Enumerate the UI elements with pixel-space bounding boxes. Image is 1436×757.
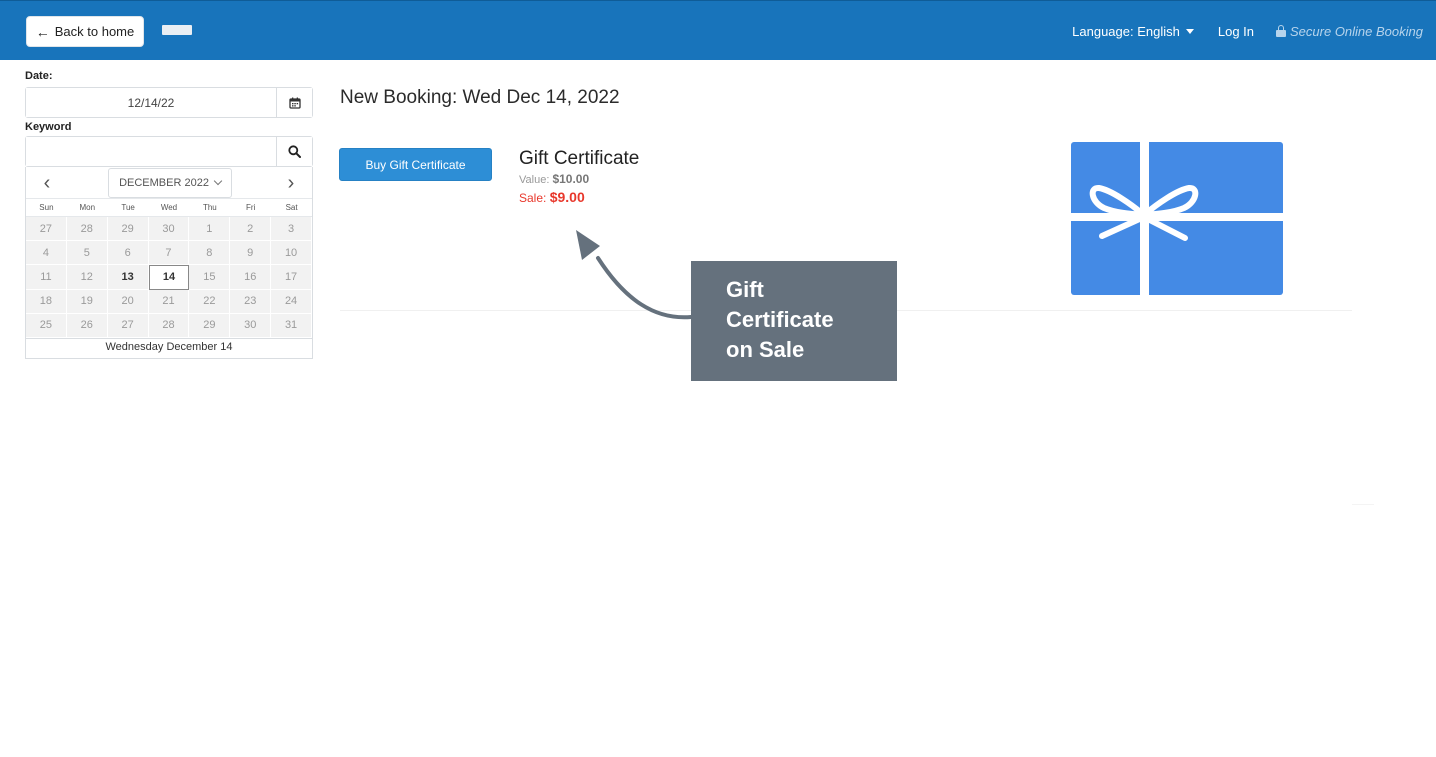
month-label: DECEMBER 2022: [119, 177, 209, 189]
calendar-day[interactable]: 25: [26, 313, 67, 338]
top-navbar: ← Back to home Language: English Log In …: [0, 0, 1436, 60]
callout-box: Gift Certificate on Sale: [691, 261, 897, 381]
calendar: ‹ DECEMBER 2022 › Sun Mon Tue Wed Thu Fri Sat …: [25, 167, 313, 359]
callout-line: Gift: [726, 277, 764, 302]
page-title: New Booking: Wed Dec 14, 2022: [340, 87, 620, 108]
calendar-day[interactable]: 8: [189, 241, 231, 266]
date-label: Date:: [25, 70, 53, 82]
logo[interactable]: [162, 25, 192, 35]
calendar-day[interactable]: 15: [189, 265, 231, 290]
sale-line: Sale: $9.00: [519, 189, 585, 205]
back-to-home-button[interactable]: ← Back to home: [26, 16, 144, 47]
calendar-day[interactable]: 9: [230, 241, 272, 266]
calendar-day[interactable]: 13: [107, 265, 149, 290]
secure-booking: Secure Online Booking: [1276, 24, 1423, 39]
product-title: Gift Certificate: [519, 148, 640, 169]
calendar-day[interactable]: 7: [148, 241, 190, 266]
calendar-day[interactable]: 10: [271, 241, 312, 266]
calendar-day[interactable]: 23: [230, 289, 272, 314]
calendar-day[interactable]: 6: [107, 241, 149, 266]
calendar-day[interactable]: 28: [148, 313, 190, 338]
calendar-day[interactable]: 17: [271, 265, 312, 290]
calendar-day[interactable]: 19: [66, 289, 108, 314]
callout-line: Certificate: [726, 307, 834, 332]
calendar-day[interactable]: 30: [148, 217, 190, 242]
calendar-day[interactable]: 5: [66, 241, 108, 266]
search-button[interactable]: [276, 137, 312, 166]
date-field: [25, 87, 313, 118]
weekday-label: Sun: [39, 203, 54, 212]
weekday-label: Thu: [202, 203, 217, 212]
calendar-day[interactable]: 20: [107, 289, 149, 314]
calendar-day[interactable]: 30: [230, 313, 272, 338]
calendar-day[interactable]: 29: [107, 217, 149, 242]
calendar-day[interactable]: 27: [26, 217, 67, 242]
date-input[interactable]: [26, 88, 276, 117]
keyword-input[interactable]: [26, 137, 276, 166]
calendar-day[interactable]: 28: [66, 217, 108, 242]
calendar-day[interactable]: 4: [26, 241, 67, 266]
calendar-button[interactable]: [276, 88, 312, 117]
calendar-day[interactable]: 18: [26, 289, 67, 314]
buy-gift-certificate-button[interactable]: Buy Gift Certificate: [339, 148, 492, 181]
caret-down-icon: [1185, 29, 1194, 34]
calendar-day[interactable]: 22: [189, 289, 231, 314]
calendar-icon: [288, 97, 301, 109]
calendar-day-selected[interactable]: 14: [148, 265, 190, 290]
weekday-label: Wed: [160, 203, 178, 212]
value-amount: $10.00: [552, 172, 590, 186]
login-link[interactable]: Log In: [1218, 24, 1254, 39]
calendar-footer: Wednesday December 14: [26, 337, 312, 355]
keyword-label: Keyword: [25, 121, 72, 133]
calendar-day[interactable]: 3: [271, 217, 312, 242]
calendar-day[interactable]: 31: [271, 313, 312, 338]
value-line: Value: $10.00: [519, 172, 589, 186]
search-icon: [288, 145, 301, 158]
sale-label: Sale:: [519, 191, 547, 205]
arrow-icon: [576, 230, 693, 320]
sale-amount: $9.00: [549, 189, 585, 205]
back-to-home-label: Back to home: [54, 24, 135, 39]
language-label: Language: English: [1072, 23, 1180, 39]
lock-icon: [1276, 25, 1287, 37]
weekday-label: Fri: [246, 203, 256, 212]
weekday-label: Mon: [79, 203, 96, 212]
calendar-day[interactable]: 27: [107, 313, 149, 338]
value-label: Value:: [519, 174, 550, 186]
chevron-left-icon[interactable]: ‹: [37, 173, 57, 193]
calendar-header: ‹ DECEMBER 2022 ›: [26, 167, 312, 199]
calendar-day[interactable]: 26: [66, 313, 108, 338]
gift-card-icon: [1071, 142, 1283, 295]
calendar-day[interactable]: 24: [271, 289, 312, 314]
language-dropdown[interactable]: Language: English: [1072, 24, 1194, 39]
weekday-label: Sat: [285, 203, 298, 212]
calendar-day[interactable]: 1: [189, 217, 231, 242]
nav-right: Language: English Log In Secure Online B…: [1072, 1, 1423, 61]
calendar-day[interactable]: 12: [66, 265, 108, 290]
weekday-row: Sun Mon Tue Wed Thu Fri Sat: [26, 199, 312, 217]
weekday-label: Tue: [121, 203, 135, 212]
secure-booking-label: Secure Online Booking: [1290, 23, 1423, 39]
arrow-left-icon: ←: [35, 23, 50, 40]
calendar-day[interactable]: 21: [148, 289, 190, 314]
month-select[interactable]: DECEMBER 2022: [108, 168, 232, 198]
calendar-day[interactable]: 29: [189, 313, 231, 338]
calendar-day[interactable]: 11: [26, 265, 67, 290]
keyword-field: [25, 136, 313, 167]
calendar-day[interactable]: 16: [230, 265, 272, 290]
days-grid: 27 28 29 30 1 2 3 4 5 6 7 8 9 10 11 12 13 14 15 16 17 18 19 20 2…: [26, 217, 312, 338]
calendar-day[interactable]: 2: [230, 217, 272, 242]
callout-line: on Sale: [726, 337, 805, 362]
chevron-down-icon: [213, 176, 223, 186]
chevron-right-icon[interactable]: ›: [281, 173, 301, 193]
divider: [1352, 504, 1374, 505]
